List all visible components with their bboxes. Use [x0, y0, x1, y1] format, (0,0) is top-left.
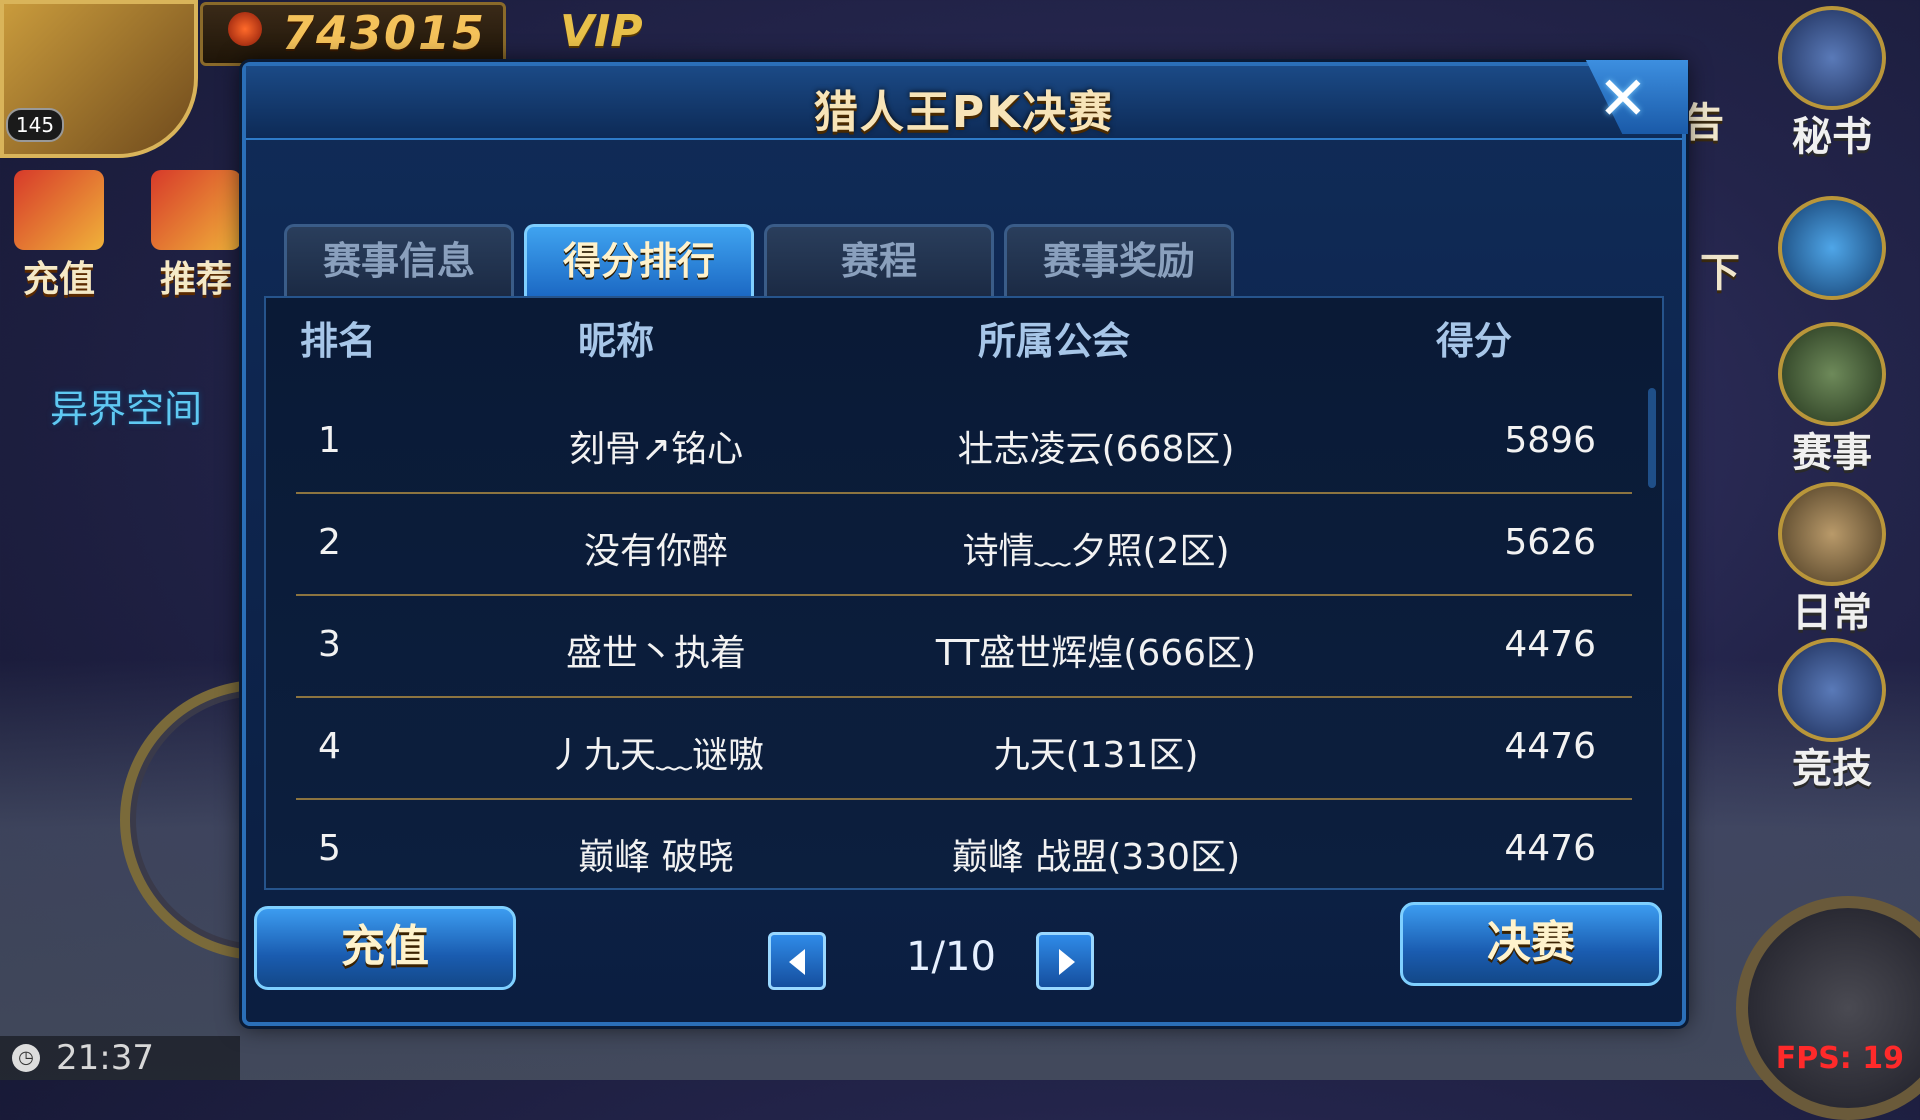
- secretary-avatar-icon: [1778, 6, 1886, 110]
- recharge-button[interactable]: 充值: [254, 906, 516, 990]
- scrollbar[interactable]: [1648, 388, 1656, 488]
- rank-cell: 1: [318, 420, 341, 461]
- prev-page-button[interactable]: [768, 932, 826, 990]
- header-guild: 所属公会: [978, 319, 1131, 363]
- table-row[interactable]: 3 盛世丶执着 TT盛世辉煌(666区) 4476: [296, 594, 1632, 698]
- arena-button[interactable]: 竞技: [1762, 638, 1902, 794]
- page-indicator: 1/10: [906, 934, 996, 980]
- fps-counter: FPS: 19: [1775, 1041, 1904, 1076]
- arena-label: 竞技: [1792, 746, 1872, 792]
- recharge-shortcut-button[interactable]: 充值: [14, 170, 104, 302]
- rank-cell: 2: [318, 522, 341, 563]
- side-peek-label[interactable]: 下: [1700, 240, 1740, 298]
- vs-icon: [1778, 638, 1886, 742]
- score-cell: 5626: [1504, 522, 1596, 563]
- player-level: 145: [6, 108, 64, 142]
- tab-event-rewards[interactable]: 赛事奖励: [1004, 224, 1234, 296]
- name-cell: 刻骨↗铭心: [568, 429, 744, 470]
- guild-cell: 九天(131区): [993, 735, 1199, 776]
- tab-schedule[interactable]: 赛程: [764, 224, 994, 296]
- horn-icon: [1778, 196, 1886, 300]
- score-cell: 4476: [1504, 624, 1596, 665]
- gift-icon: [14, 170, 104, 250]
- name-cell: 丿九天﹏谜嗷: [547, 735, 764, 776]
- score-cell: 4476: [1504, 726, 1596, 767]
- gold-amount: 743015: [282, 6, 487, 60]
- name-cell: 没有你醉: [583, 531, 728, 572]
- guild-cell: TT盛世辉煌(666区): [935, 633, 1257, 674]
- gold-icon: [228, 12, 262, 46]
- secretary-label: 秘书: [1792, 114, 1872, 160]
- score-cell: 4476: [1504, 828, 1596, 869]
- header-name: 昵称: [578, 319, 655, 363]
- rank-cell: 3: [318, 624, 341, 665]
- arrow-right-icon: [1059, 949, 1075, 975]
- events-button[interactable]: 赛事: [1762, 322, 1902, 478]
- horn-button[interactable]: [1762, 196, 1902, 300]
- events-label: 赛事: [1792, 430, 1872, 476]
- tab-score-ranking[interactable]: 得分排行: [524, 224, 754, 296]
- header-score: 得分: [1436, 319, 1513, 363]
- arrow-left-icon: [789, 949, 805, 975]
- announcement-peek-label[interactable]: 告: [1684, 90, 1724, 148]
- book-icon: [1778, 482, 1886, 586]
- tab-event-info[interactable]: 赛事信息: [284, 224, 514, 296]
- table-row[interactable]: 2 没有你醉 诗情﹏夕照(2区) 5626: [296, 492, 1632, 596]
- score-cell: 5896: [1504, 420, 1596, 461]
- name-cell: 巅峰 破晓: [578, 837, 734, 878]
- recharge-shortcut-label: 充值: [22, 259, 95, 300]
- final-button[interactable]: 决赛: [1400, 902, 1662, 986]
- ranking-dialog: 猎人王PK决赛 ✕ 赛事信息 得分排行 赛程 赛事奖励 排名 昵称 所属公会 得…: [242, 60, 1688, 1026]
- gift-icon: [151, 170, 241, 250]
- dialog-title: 猎人王PK决赛: [813, 87, 1115, 138]
- recommend-shortcut-button[interactable]: 推荐: [150, 170, 242, 302]
- daily-label: 日常: [1792, 590, 1872, 636]
- name-cell: 盛世丶执着: [565, 633, 746, 674]
- guild-cell: 巅峰 战盟(330区): [951, 837, 1241, 878]
- secretary-button[interactable]: 秘书: [1762, 6, 1902, 162]
- close-icon[interactable]: ✕: [1598, 64, 1648, 134]
- other-world-space-label[interactable]: 异界空间: [50, 378, 202, 433]
- clock-time: 21:37: [56, 1038, 154, 1078]
- table-row[interactable]: 1 刻骨↗铭心 壮志凌云(668区) 5896: [296, 390, 1632, 494]
- rank-cell: 5: [318, 828, 341, 869]
- crossed-swords-icon: [1778, 322, 1886, 426]
- clock-icon: ◷: [12, 1044, 40, 1072]
- recommend-shortcut-label: 推荐: [159, 259, 232, 300]
- next-page-button[interactable]: [1036, 932, 1094, 990]
- daily-button[interactable]: 日常: [1762, 482, 1902, 638]
- rank-cell: 4: [318, 726, 341, 767]
- guild-cell: 壮志凌云(668区): [957, 429, 1235, 470]
- vip-badge[interactable]: VIP: [560, 6, 643, 57]
- table-row[interactable]: 5 巅峰 破晓 巅峰 战盟(330区) 4476: [296, 798, 1632, 888]
- table-row[interactable]: 4 丿九天﹏谜嗷 九天(131区) 4476: [296, 696, 1632, 800]
- guild-cell: 诗情﹏夕照(2区): [962, 531, 1230, 572]
- header-rank: 排名: [300, 319, 377, 363]
- ranking-table[interactable]: 排名 昵称 所属公会 得分 1 刻骨↗铭心 壮志凌云(668区) 5896 2 …: [264, 296, 1664, 890]
